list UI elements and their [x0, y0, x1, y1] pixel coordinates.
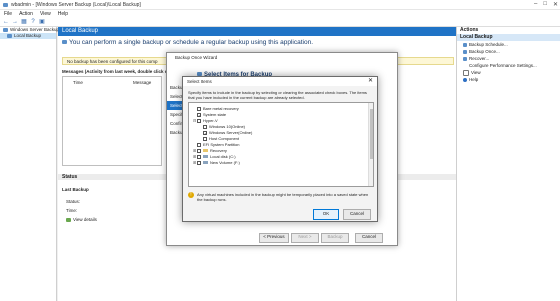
tree-item-local-backup[interactable]: Local Backup: [0, 33, 56, 39]
close-icon[interactable]: ✕: [368, 77, 373, 86]
schedule-icon: [463, 42, 467, 47]
drive-icon: [203, 154, 208, 159]
scroll-thumb[interactable]: [370, 109, 373, 159]
action-backup-once[interactable]: Backup Once...: [457, 48, 560, 55]
folder-icon: [203, 148, 208, 153]
checkbox[interactable]: [197, 118, 201, 123]
column-time[interactable]: Time: [73, 80, 83, 85]
info-icon: !: [188, 192, 194, 198]
previous-button[interactable]: < Previous: [259, 233, 289, 243]
help-icon[interactable]: ?: [30, 19, 36, 25]
action-view[interactable]: View: [457, 69, 560, 76]
tree-item-bare-metal-recovery[interactable]: Bare metal recovery: [193, 106, 239, 111]
action-backup-schedule[interactable]: Backup Schedule...: [457, 41, 560, 48]
items-tree: Bare metal recovery ✓ System state ⊟ Hyper…: [188, 102, 374, 187]
action-recover[interactable]: Recover...: [457, 55, 560, 62]
maximize-icon[interactable]: □: [543, 1, 547, 8]
tree-item-system-state[interactable]: ✓ System state: [193, 112, 226, 117]
actions-group-local-backup[interactable]: Local Backup: [457, 34, 560, 41]
view-icon: [463, 69, 469, 76]
checkbox[interactable]: [197, 142, 201, 147]
tree-item-hyper-v[interactable]: ⊟ Hyper-V: [193, 118, 218, 123]
wizard-title: Backup Once Wizard: [175, 55, 218, 60]
back-arrow-icon[interactable]: ←: [3, 19, 9, 25]
checkbox-checked[interactable]: ✓: [197, 112, 201, 117]
actions-header: Actions: [460, 27, 479, 33]
time-label: Time:: [66, 208, 78, 213]
forward-arrow-icon[interactable]: →: [12, 19, 18, 25]
help-icon: [463, 77, 467, 82]
status-label: Status:: [66, 199, 81, 204]
show-hide-tree-icon[interactable]: ▦: [21, 19, 27, 25]
pane-header: Local Backup: [58, 27, 456, 36]
cancel-button[interactable]: Cancel: [343, 209, 371, 220]
app-icon: [3, 3, 8, 7]
backup-icon: [62, 40, 67, 45]
action-help[interactable]: Help: [457, 76, 560, 83]
tree-item-host-component[interactable]: Host Component: [203, 136, 239, 141]
checkbox-checked[interactable]: ✓: [203, 130, 207, 135]
menu-bar: File Action View Help: [0, 10, 560, 18]
view-details-link[interactable]: View details: [66, 217, 97, 222]
console-tree: Windows Server Backup (L... Local Backup: [0, 27, 68, 301]
vm-note: ! Any virtual machines included in the b…: [188, 192, 374, 202]
properties-icon[interactable]: ▣: [39, 19, 45, 25]
checkbox[interactable]: [197, 148, 201, 153]
menu-file[interactable]: File: [4, 11, 12, 17]
checkbox[interactable]: [197, 154, 201, 159]
server-backup-icon: [3, 27, 8, 32]
checkbox[interactable]: [197, 160, 201, 165]
next-button[interactable]: Next >: [291, 233, 319, 243]
dialog-title: Select Items: [183, 77, 377, 86]
wizard-cancel-button[interactable]: Cancel: [355, 233, 383, 243]
menu-help[interactable]: Help: [58, 11, 68, 17]
checkbox[interactable]: [197, 106, 201, 111]
tree-item-windows-server[interactable]: ✓ Windows Server(Online): [203, 130, 252, 135]
title-bar: wbadmin - [Windows Server Backup (Local)…: [0, 0, 560, 10]
checkbox[interactable]: [203, 136, 207, 141]
tree-item-windows-10[interactable]: Windows 10(Online): [203, 124, 245, 129]
backup-button[interactable]: Backup: [321, 233, 349, 243]
dialog-instructions: Specify items to include in the backup b…: [188, 90, 367, 100]
checkbox[interactable]: [203, 124, 207, 129]
drive-icon: [203, 160, 208, 165]
messages-title: Messages (Activity from last week, doubl…: [62, 69, 171, 74]
last-backup-title: Last Backup: [62, 187, 89, 192]
window-title: wbadmin - [Windows Server Backup (Local)…: [11, 2, 141, 8]
select-items-dialog: Select Items ✕ Specify items to include …: [182, 76, 378, 222]
local-backup-icon: [7, 33, 12, 38]
close-icon[interactable]: ✕: [553, 1, 558, 8]
info-line: You can perform a single backup or sched…: [62, 39, 313, 46]
backup-once-icon: [463, 49, 467, 54]
details-icon: [66, 217, 71, 222]
ok-button[interactable]: OK: [313, 209, 339, 220]
tree-item-recovery[interactable]: ⊞ Recovery: [193, 148, 227, 153]
vertical-scrollbar[interactable]: [368, 103, 373, 186]
action-configure-performance[interactable]: Configure Performance Settings...: [457, 62, 560, 69]
minimize-icon[interactable]: –: [534, 1, 537, 8]
tree-item-new-volume-f[interactable]: ⊞ New Volume (F:): [193, 160, 240, 165]
actions-pane: Actions Local Backup Backup Schedule... …: [456, 27, 560, 301]
menu-view[interactable]: View: [40, 11, 51, 17]
messages-table: Time Message: [62, 76, 162, 166]
tree-item-local-disk-c[interactable]: ⊞ Local disk (C:): [193, 154, 236, 159]
toolbar: ← → ▦ ? ▣: [0, 18, 560, 27]
tree-item-efi-system-partition[interactable]: EFI System Partition: [193, 142, 239, 147]
recover-icon: [463, 56, 467, 61]
menu-action[interactable]: Action: [19, 11, 33, 17]
column-message[interactable]: Message: [133, 80, 151, 85]
